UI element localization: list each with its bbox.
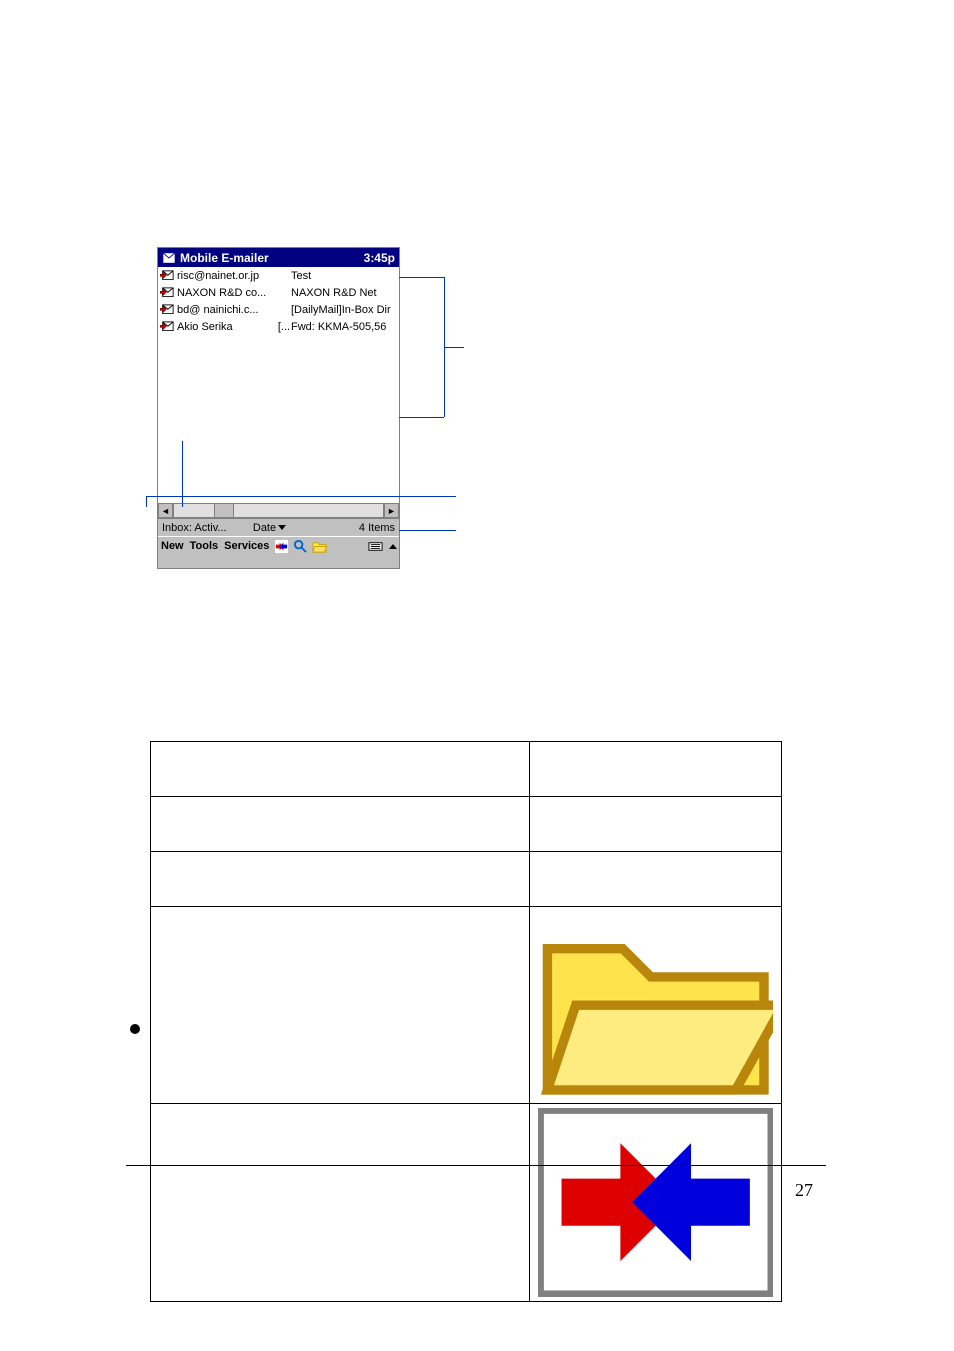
attachment-cell: [... xyxy=(277,321,291,333)
bullet-dot xyxy=(130,1024,140,1034)
menu-bar: New Tools Services xyxy=(158,536,399,555)
open-folder-icon xyxy=(538,911,773,1099)
scroll-thumb[interactable] xyxy=(214,503,234,518)
table-row xyxy=(151,797,782,852)
scroll-track[interactable] xyxy=(173,503,384,518)
callout-line xyxy=(444,347,464,348)
table-row xyxy=(151,907,782,1104)
send-receive-icon[interactable] xyxy=(274,539,289,554)
callout-line xyxy=(146,496,456,497)
table-cell xyxy=(151,1104,530,1301)
mail-in-icon xyxy=(160,270,174,282)
table-row xyxy=(151,1104,782,1301)
table-row xyxy=(151,852,782,907)
list-item[interactable]: bd@ nainichi.c... [DailyMail]In-Box Dir xyxy=(158,301,399,318)
table-cell xyxy=(529,797,781,852)
clock: 3:45p xyxy=(364,251,395,265)
from-cell: risc@nainet.or.jp xyxy=(177,270,277,282)
table-cell xyxy=(529,907,781,1104)
status-folder[interactable]: Inbox: Activ... xyxy=(162,522,242,534)
callout-line xyxy=(182,441,183,507)
callout-line xyxy=(399,530,456,531)
reference-table xyxy=(150,741,782,1302)
list-item[interactable]: Akio Serika [... Fwd: KKMA-505,56 xyxy=(158,318,399,335)
subject-cell: NAXON R&D Net xyxy=(291,287,399,299)
chevron-up-icon[interactable] xyxy=(389,544,397,549)
search-icon[interactable] xyxy=(293,539,308,554)
table-cell xyxy=(529,1104,781,1301)
mail-in-icon xyxy=(160,304,174,316)
scroll-right-button[interactable]: ► xyxy=(384,503,399,518)
scroll-left-button[interactable]: ◄ xyxy=(158,503,173,518)
callout-line xyxy=(399,277,444,278)
list-item[interactable]: risc@nainet.or.jp Test xyxy=(158,267,399,284)
from-cell: NAXON R&D co... xyxy=(177,287,277,299)
horizontal-scrollbar[interactable]: ◄ ► xyxy=(158,503,399,518)
table-cell xyxy=(151,907,530,1104)
device-screenshot: Mobile E-mailer 3:45p risc@nainet.or.jp … xyxy=(158,248,399,568)
subject-cell: [DailyMail]In-Box Dir xyxy=(291,304,399,316)
subject-cell: Fwd: KKMA-505,56 xyxy=(291,321,399,333)
table-cell xyxy=(151,742,530,797)
table-cell xyxy=(151,852,530,907)
app-icon xyxy=(162,251,176,265)
status-count: 4 Items xyxy=(297,522,395,534)
from-cell: bd@ nainichi.c... xyxy=(177,304,277,316)
titlebar: Mobile E-mailer 3:45p xyxy=(158,248,399,267)
message-list[interactable]: risc@nainet.or.jp Test NAXON R&D co... N… xyxy=(158,267,399,503)
table-cell xyxy=(529,852,781,907)
page-number: 27 xyxy=(795,1180,813,1201)
callout-line xyxy=(146,496,147,507)
menu-services[interactable]: Services xyxy=(223,540,270,552)
app-title: Mobile E-mailer xyxy=(180,251,364,265)
keyboard-icon[interactable] xyxy=(368,539,383,554)
footer-rule xyxy=(126,1165,826,1166)
menu-tools[interactable]: Tools xyxy=(189,540,220,552)
status-sort-label: Date xyxy=(253,522,276,534)
callout-line xyxy=(399,417,444,418)
status-sort[interactable]: Date xyxy=(242,522,297,534)
open-folder-icon[interactable] xyxy=(312,539,327,554)
table-cell xyxy=(529,742,781,797)
from-cell: Akio Serika xyxy=(177,321,277,333)
mail-in-icon xyxy=(160,321,174,333)
table-cell xyxy=(151,797,530,852)
subject-cell: Test xyxy=(291,270,399,282)
chevron-down-icon xyxy=(278,525,286,530)
status-bar: Inbox: Activ... Date 4 Items xyxy=(158,518,399,536)
mail-in-icon xyxy=(160,287,174,299)
send-receive-icon xyxy=(538,1108,773,1296)
menu-new[interactable]: New xyxy=(160,540,185,552)
table-row xyxy=(151,742,782,797)
list-item[interactable]: NAXON R&D co... NAXON R&D Net xyxy=(158,284,399,301)
